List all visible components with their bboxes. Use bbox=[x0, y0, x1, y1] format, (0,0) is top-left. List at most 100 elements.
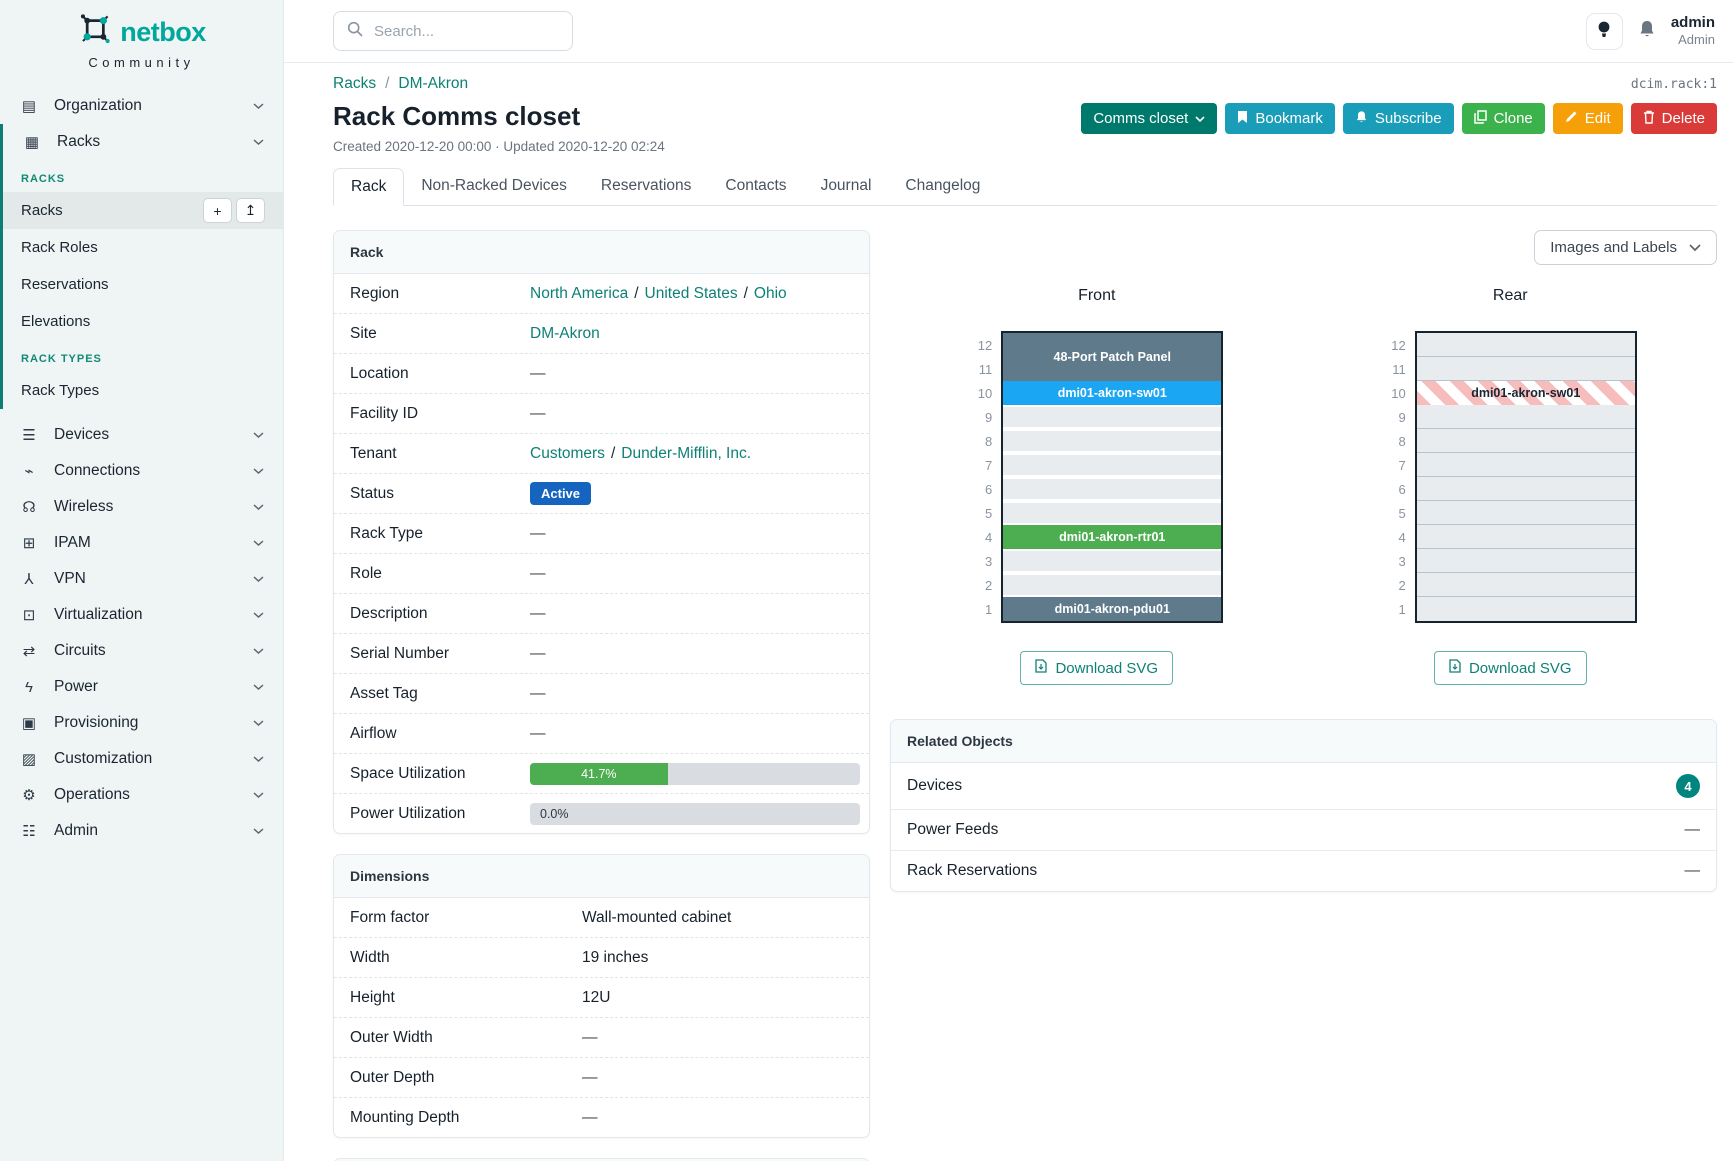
sidebar-item-wireless[interactable]: ☊Wireless bbox=[0, 489, 283, 525]
rack-device-dmi01-akron-pdu01[interactable]: dmi01-akron-pdu01 bbox=[1003, 597, 1221, 621]
tab-contacts[interactable]: Contacts bbox=[708, 168, 803, 206]
topbar: Search... bbox=[284, 0, 1733, 63]
tab-rack[interactable]: Rack bbox=[333, 168, 404, 206]
sidebar-item-power[interactable]: ϟPower bbox=[0, 669, 283, 705]
operations-icon: ⚙ bbox=[19, 786, 39, 804]
sidebar-item-ipam[interactable]: ⊞IPAM bbox=[0, 525, 283, 561]
rack-slot-empty-fill bbox=[1003, 575, 1221, 595]
sidebar-item-organization[interactable]: ▤Organization bbox=[0, 88, 283, 124]
download-svg-button[interactable]: Download SVG bbox=[1434, 651, 1587, 685]
racks-expanded-group: ▦RacksRACKSRacks+↥Rack RolesReservations… bbox=[0, 124, 283, 409]
field-value-text: — bbox=[582, 1069, 598, 1087]
sidebar-item-customization[interactable]: ▨Customization bbox=[0, 741, 283, 777]
breadcrumb-link-racks[interactable]: Racks bbox=[333, 75, 376, 92]
sidebar-item-devices[interactable]: ☰Devices bbox=[0, 417, 283, 453]
unit-number: 3 bbox=[970, 549, 992, 573]
chevron-down-icon bbox=[253, 792, 264, 799]
brand[interactable]: netbox Community bbox=[0, 0, 283, 74]
import-button[interactable]: ↥ bbox=[236, 198, 265, 223]
field-row-role: Role— bbox=[334, 554, 869, 594]
sidebar-item-label: VPN bbox=[54, 570, 86, 588]
field-label: Region bbox=[350, 285, 530, 303]
rack-slot-empty bbox=[1003, 429, 1221, 453]
sidebar-item-connections[interactable]: ⌁Connections bbox=[0, 453, 283, 489]
delete-button[interactable]: Delete bbox=[1631, 103, 1717, 134]
tab-changelog[interactable]: Changelog bbox=[888, 168, 997, 206]
rack-slot-empty bbox=[1417, 429, 1635, 453]
field-label: Space Utilization bbox=[350, 765, 530, 783]
link-north-america[interactable]: North America bbox=[530, 285, 628, 303]
tab-journal[interactable]: Journal bbox=[804, 168, 889, 206]
sidebar-item-virtualization[interactable]: ⊡Virtualization bbox=[0, 597, 283, 633]
rack-slot-empty-fill bbox=[1003, 455, 1221, 475]
rack-device-dmi01-akron-rtr01[interactable]: dmi01-akron-rtr01 bbox=[1003, 525, 1221, 549]
sidebar-item-circuits[interactable]: ⇄Circuits bbox=[0, 633, 283, 669]
link-customers[interactable]: Customers bbox=[530, 445, 605, 463]
link-dm-akron[interactable]: DM-Akron bbox=[530, 325, 600, 343]
sidebar-item-rack-types[interactable]: Rack Types bbox=[3, 372, 283, 409]
sidebar-item-admin[interactable]: ☷Admin bbox=[0, 813, 283, 849]
unit-number: 1 bbox=[1384, 597, 1406, 621]
sidebar-item-provisioning[interactable]: ▣Provisioning bbox=[0, 705, 283, 741]
rack-slot-empty-fill bbox=[1003, 503, 1221, 523]
related-row-devices[interactable]: Devices4 bbox=[891, 763, 1716, 810]
subscribe-button[interactable]: Subscribe bbox=[1343, 103, 1454, 134]
sidebar-item-racks[interactable]: ▦Racks bbox=[3, 124, 283, 160]
link-ohio[interactable]: Ohio bbox=[754, 285, 787, 303]
rack-slot-empty-fill bbox=[1003, 407, 1221, 427]
clone-button[interactable]: Clone bbox=[1462, 103, 1545, 134]
field-empty-value: — bbox=[530, 685, 546, 703]
devices-icon: ☰ bbox=[19, 426, 39, 444]
edit-button[interactable]: Edit bbox=[1553, 103, 1623, 134]
link-dunder-mifflin-inc[interactable]: Dunder-Mifflin, Inc. bbox=[621, 445, 751, 463]
rack-view: 121110987654321dmi01-akron-sw01 bbox=[1384, 331, 1637, 623]
rack-slot-empty bbox=[1003, 501, 1221, 525]
sidebar-item-vpn[interactable]: ⅄VPN bbox=[0, 561, 283, 597]
elevation-title: Front bbox=[1078, 287, 1115, 305]
trash-icon bbox=[1643, 110, 1655, 128]
related-row-rack-reservations[interactable]: Rack Reservations— bbox=[891, 851, 1716, 891]
field-value: — bbox=[582, 1109, 853, 1127]
download-svg-label: Download SVG bbox=[1055, 660, 1158, 677]
comms-closet-button[interactable]: Comms closet bbox=[1081, 103, 1217, 134]
sidebar-item-reservations[interactable]: Reservations bbox=[3, 266, 283, 303]
field-value: — bbox=[530, 685, 853, 703]
field-value: North America/United States/Ohio bbox=[530, 285, 853, 303]
sidebar-item-elevations[interactable]: Elevations bbox=[3, 303, 283, 340]
field-value: DM-Akron bbox=[530, 325, 853, 343]
rack-slot-empty-fill bbox=[1003, 479, 1221, 499]
field-value-text: — bbox=[582, 1109, 598, 1127]
chevron-down-icon bbox=[253, 432, 264, 439]
related-row-power-feeds[interactable]: Power Feeds— bbox=[891, 810, 1716, 851]
rack-slot-empty bbox=[1417, 573, 1635, 597]
theme-toggle-button[interactable] bbox=[1586, 13, 1623, 50]
sidebar-item-racks[interactable]: Racks +↥ bbox=[3, 192, 283, 229]
bookmark-button[interactable]: Bookmark bbox=[1225, 103, 1335, 134]
field-value-text: Wall-mounted cabinet bbox=[582, 909, 731, 927]
rack-device-dmi01-akron-sw01[interactable]: dmi01-akron-sw01 bbox=[1417, 381, 1635, 405]
download-svg-button[interactable]: Download SVG bbox=[1020, 651, 1173, 685]
chevron-down-icon bbox=[253, 684, 264, 691]
rack-device-dmi01-akron-sw01[interactable]: dmi01-akron-sw01 bbox=[1003, 381, 1221, 405]
notifications-button[interactable] bbox=[1638, 19, 1656, 44]
rack-device-48-port-patch-panel[interactable]: 48-Port Patch Panel bbox=[1003, 333, 1221, 381]
user-menu[interactable]: admin Admin bbox=[1671, 14, 1715, 49]
sidebar-subitem-label: Racks bbox=[21, 202, 63, 219]
sidebar-section-title-rack-types: RACK TYPES bbox=[3, 340, 283, 372]
search-input[interactable]: Search... bbox=[333, 11, 573, 51]
chevron-down-icon bbox=[253, 468, 264, 475]
add-button[interactable]: + bbox=[203, 198, 232, 223]
sidebar-item-rack-roles[interactable]: Rack Roles bbox=[3, 229, 283, 266]
breadcrumb-link-dm-akron[interactable]: DM-Akron bbox=[398, 75, 468, 92]
unit-number: 10 bbox=[970, 381, 992, 405]
related-empty-value: — bbox=[1685, 821, 1701, 839]
tab-non-racked-devices[interactable]: Non-Racked Devices bbox=[404, 168, 584, 206]
rack-panel-title: Rack bbox=[334, 231, 869, 274]
tab-reservations[interactable]: Reservations bbox=[584, 168, 708, 206]
link-united-states[interactable]: United States bbox=[645, 285, 738, 303]
sidebar-item-operations[interactable]: ⚙Operations bbox=[0, 777, 283, 813]
unit-number: 9 bbox=[970, 405, 992, 429]
field-label: Asset Tag bbox=[350, 685, 530, 703]
images-labels-select[interactable]: Images and Labels bbox=[1534, 230, 1717, 265]
ipam-icon: ⊞ bbox=[19, 534, 39, 552]
